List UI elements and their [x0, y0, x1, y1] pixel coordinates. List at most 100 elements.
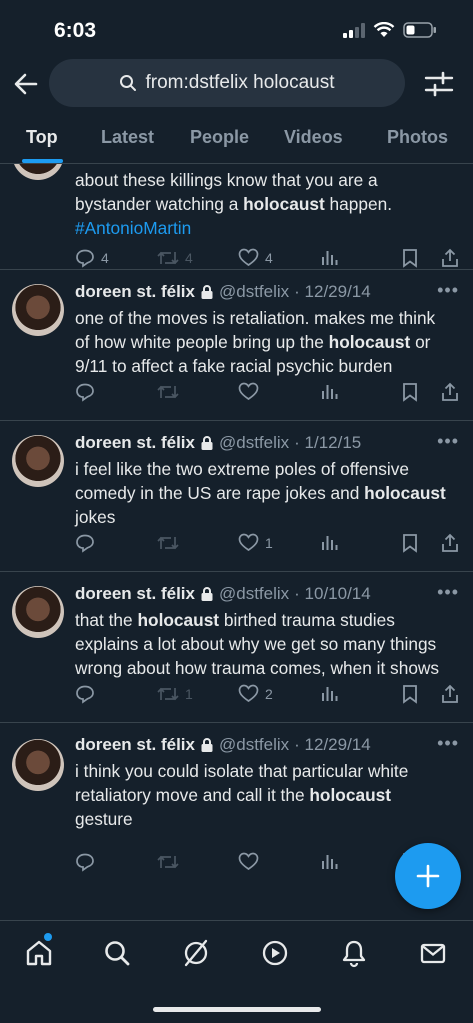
author-name[interactable]: doreen st. félix: [75, 584, 195, 604]
bookmark-button[interactable]: [402, 684, 418, 704]
grok-icon[interactable]: [181, 938, 211, 968]
retweet-button[interactable]: 4: [157, 248, 193, 268]
tweet-actions: 1: [75, 533, 465, 555]
share-icon: [442, 684, 458, 703]
heart-icon: [238, 533, 259, 552]
retweet-icon: [157, 855, 179, 869]
status-time: 6:03: [54, 19, 97, 42]
views-button[interactable]: [321, 382, 339, 400]
views-button[interactable]: [321, 684, 339, 702]
avatar[interactable]: [12, 435, 64, 487]
share-icon: [442, 248, 458, 267]
like-button[interactable]: 1: [238, 533, 273, 552]
search-input[interactable]: from:dstfelix holocaust: [49, 59, 405, 107]
retweet-button[interactable]: [157, 382, 185, 402]
more-options-icon[interactable]: •••: [437, 280, 459, 301]
home-indicator: [153, 1007, 321, 1012]
author-handle[interactable]: @dstfelix: [219, 433, 289, 453]
author-handle[interactable]: @dstfelix: [219, 735, 289, 755]
tweet-actions: 4 4 4: [75, 248, 465, 270]
sliders-icon[interactable]: [424, 70, 454, 98]
home-icon[interactable]: [24, 938, 54, 968]
views-icon: [322, 687, 338, 701]
retweet-button[interactable]: [157, 852, 185, 872]
share-button[interactable]: [441, 533, 459, 553]
tweet-header: doreen st. félix @dstfelix · 1/12/15: [75, 433, 361, 453]
views-icon: [322, 536, 338, 550]
views-button[interactable]: [321, 533, 339, 551]
reply-icon: [76, 249, 94, 268]
reply-button[interactable]: [75, 382, 101, 402]
search-icon[interactable]: [102, 938, 132, 968]
reply-icon: [76, 383, 94, 402]
signal-icon: [343, 22, 365, 38]
like-button[interactable]: 2: [238, 684, 273, 703]
author-name[interactable]: doreen st. félix: [75, 735, 195, 755]
tweet-header: doreen st. félix @dstfelix · 10/10/14: [75, 584, 371, 604]
like-button[interactable]: [238, 382, 265, 401]
reply-button[interactable]: [75, 533, 101, 553]
author-name[interactable]: doreen st. félix: [75, 282, 195, 302]
lock-icon: [201, 587, 213, 601]
retweet-icon: [157, 536, 179, 550]
like-button[interactable]: [238, 852, 265, 871]
bookmark-button[interactable]: [402, 533, 418, 553]
lock-icon: [201, 285, 213, 299]
author-name[interactable]: doreen st. félix: [75, 433, 195, 453]
avatar[interactable]: [12, 586, 64, 638]
retweet-button[interactable]: 1: [157, 684, 193, 704]
reply-button[interactable]: 4: [75, 248, 109, 268]
bell-icon[interactable]: [339, 938, 369, 968]
heart-icon: [238, 382, 259, 401]
tweet-date: · 12/29/14: [294, 282, 371, 301]
retweet-button[interactable]: [157, 533, 185, 553]
tweet-item[interactable]: doreen st. félix @dstfelix · 12/29/14 ••…: [0, 270, 473, 421]
status-icons: [343, 22, 437, 38]
retweet-icon: [157, 251, 179, 265]
tab-videos[interactable]: Videos: [284, 127, 343, 148]
bottom-navigation: [0, 920, 473, 1023]
hashtag-link[interactable]: #AntonioMartin: [75, 216, 465, 240]
share-button[interactable]: [441, 248, 459, 268]
views-button[interactable]: [321, 852, 339, 870]
share-icon: [442, 533, 458, 552]
bookmark-icon: [403, 249, 417, 268]
tweet-item[interactable]: about these killings know that you are a…: [0, 164, 473, 270]
tweet-text: i think you could isolate that particula…: [75, 761, 409, 829]
more-options-icon[interactable]: •••: [437, 582, 459, 603]
search-header: from:dstfelix holocaust: [0, 58, 473, 110]
tweet-item[interactable]: doreen st. félix @dstfelix · 1/12/15 •••…: [0, 421, 473, 572]
battery-icon: [403, 22, 436, 38]
bookmark-button[interactable]: [402, 382, 418, 402]
compose-button[interactable]: [395, 843, 461, 909]
more-options-icon[interactable]: •••: [437, 431, 459, 452]
avatar[interactable]: [12, 739, 64, 791]
tab-people[interactable]: People: [190, 127, 249, 148]
reply-button[interactable]: [75, 852, 101, 872]
views-icon: [322, 251, 338, 265]
mail-icon[interactable]: [418, 938, 448, 968]
arrow-left-icon[interactable]: [12, 70, 40, 98]
tab-photos[interactable]: Photos: [387, 127, 448, 148]
share-button[interactable]: [441, 684, 459, 704]
like-button[interactable]: 4: [238, 248, 273, 267]
play-icon[interactable]: [260, 938, 290, 968]
author-handle[interactable]: @dstfelix: [219, 584, 289, 604]
share-button[interactable]: [441, 382, 459, 402]
tweet-item[interactable]: doreen st. félix @dstfelix · 10/10/14 ••…: [0, 572, 473, 723]
avatar[interactable]: [12, 164, 64, 180]
more-options-icon[interactable]: •••: [437, 733, 459, 754]
reply-button[interactable]: [75, 684, 101, 704]
views-button[interactable]: [321, 248, 339, 266]
avatar[interactable]: [12, 284, 64, 336]
retweet-icon: [157, 385, 179, 399]
bookmark-icon: [403, 534, 417, 553]
bookmark-button[interactable]: [402, 248, 418, 268]
tab-top[interactable]: Top: [26, 127, 58, 148]
author-handle[interactable]: @dstfelix: [219, 282, 289, 302]
tweet-text: about these killings know that you are a…: [75, 168, 465, 240]
retweet-icon: [157, 687, 179, 701]
search-query: from:dstfelix holocaust: [145, 72, 335, 93]
bookmark-icon: [403, 685, 417, 704]
tab-latest[interactable]: Latest: [101, 127, 154, 148]
